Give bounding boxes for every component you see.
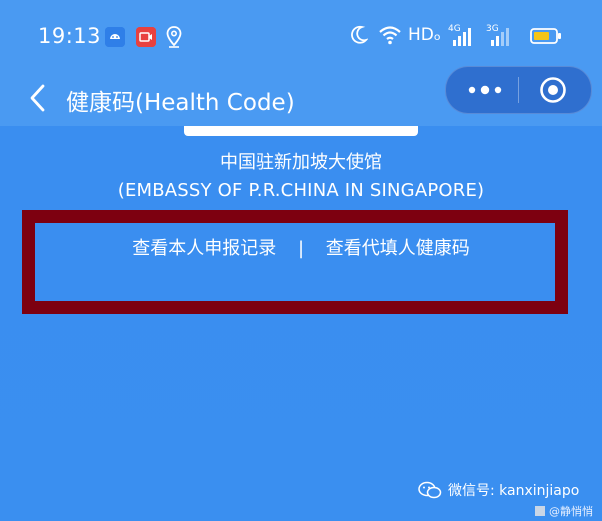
- target-icon: [540, 77, 566, 103]
- close-miniprogram-button[interactable]: [539, 76, 567, 104]
- more-dots-icon: [468, 85, 502, 95]
- recorder-icon: [136, 27, 156, 47]
- main-content: 中国驻新加坡大使馆 (EMBASSY OF P.R.CHINA IN SINGA…: [0, 126, 602, 521]
- record-links: 查看本人申报记录 | 查看代填人健康码: [0, 234, 602, 260]
- embassy-name-cn: 中国驻新加坡大使馆: [220, 152, 382, 173]
- view-proxy-code-link[interactable]: 查看代填人健康码: [326, 238, 470, 259]
- miniprogram-capsule: [445, 66, 592, 114]
- capsule-divider: [518, 77, 519, 103]
- wechat-id-text: 微信号: kanxinjiapo: [448, 483, 580, 499]
- signal-3g-icon: [488, 26, 510, 52]
- wechat-icon: [418, 481, 442, 499]
- wifi-icon: [378, 24, 402, 50]
- status-bar: 19:13 HDₒ 4G 3G: [0, 0, 602, 70]
- author-text: @静悄悄: [549, 505, 593, 518]
- moon-icon: [350, 24, 369, 50]
- status-time: 19:13: [38, 24, 102, 48]
- card-top-edge: [184, 126, 418, 136]
- status-icons: HDₒ 4G 3G: [344, 24, 584, 50]
- signal-4g-icon: [450, 26, 472, 52]
- hd-label: HDₒ: [408, 25, 441, 45]
- android-icon: [105, 27, 125, 47]
- view-own-record-link[interactable]: 查看本人申报记录: [132, 238, 276, 259]
- embassy-name-en: (EMBASSY OF P.R.CHINA IN SINGAPORE): [117, 180, 485, 201]
- link-separator: |: [297, 238, 305, 259]
- more-button[interactable]: [464, 79, 506, 101]
- back-button[interactable]: [22, 80, 52, 116]
- wechat-watermark: 微信号: kanxinjiapo: [418, 479, 579, 501]
- battery-icon: [530, 27, 562, 49]
- author-avatar-icon: [535, 506, 545, 516]
- chevron-left-icon: [30, 84, 45, 112]
- page-title: 健康码(Health Code): [66, 90, 295, 116]
- author-watermark: @静悄悄: [535, 503, 593, 519]
- location-icon: [166, 26, 182, 48]
- highlight-box: [22, 210, 568, 314]
